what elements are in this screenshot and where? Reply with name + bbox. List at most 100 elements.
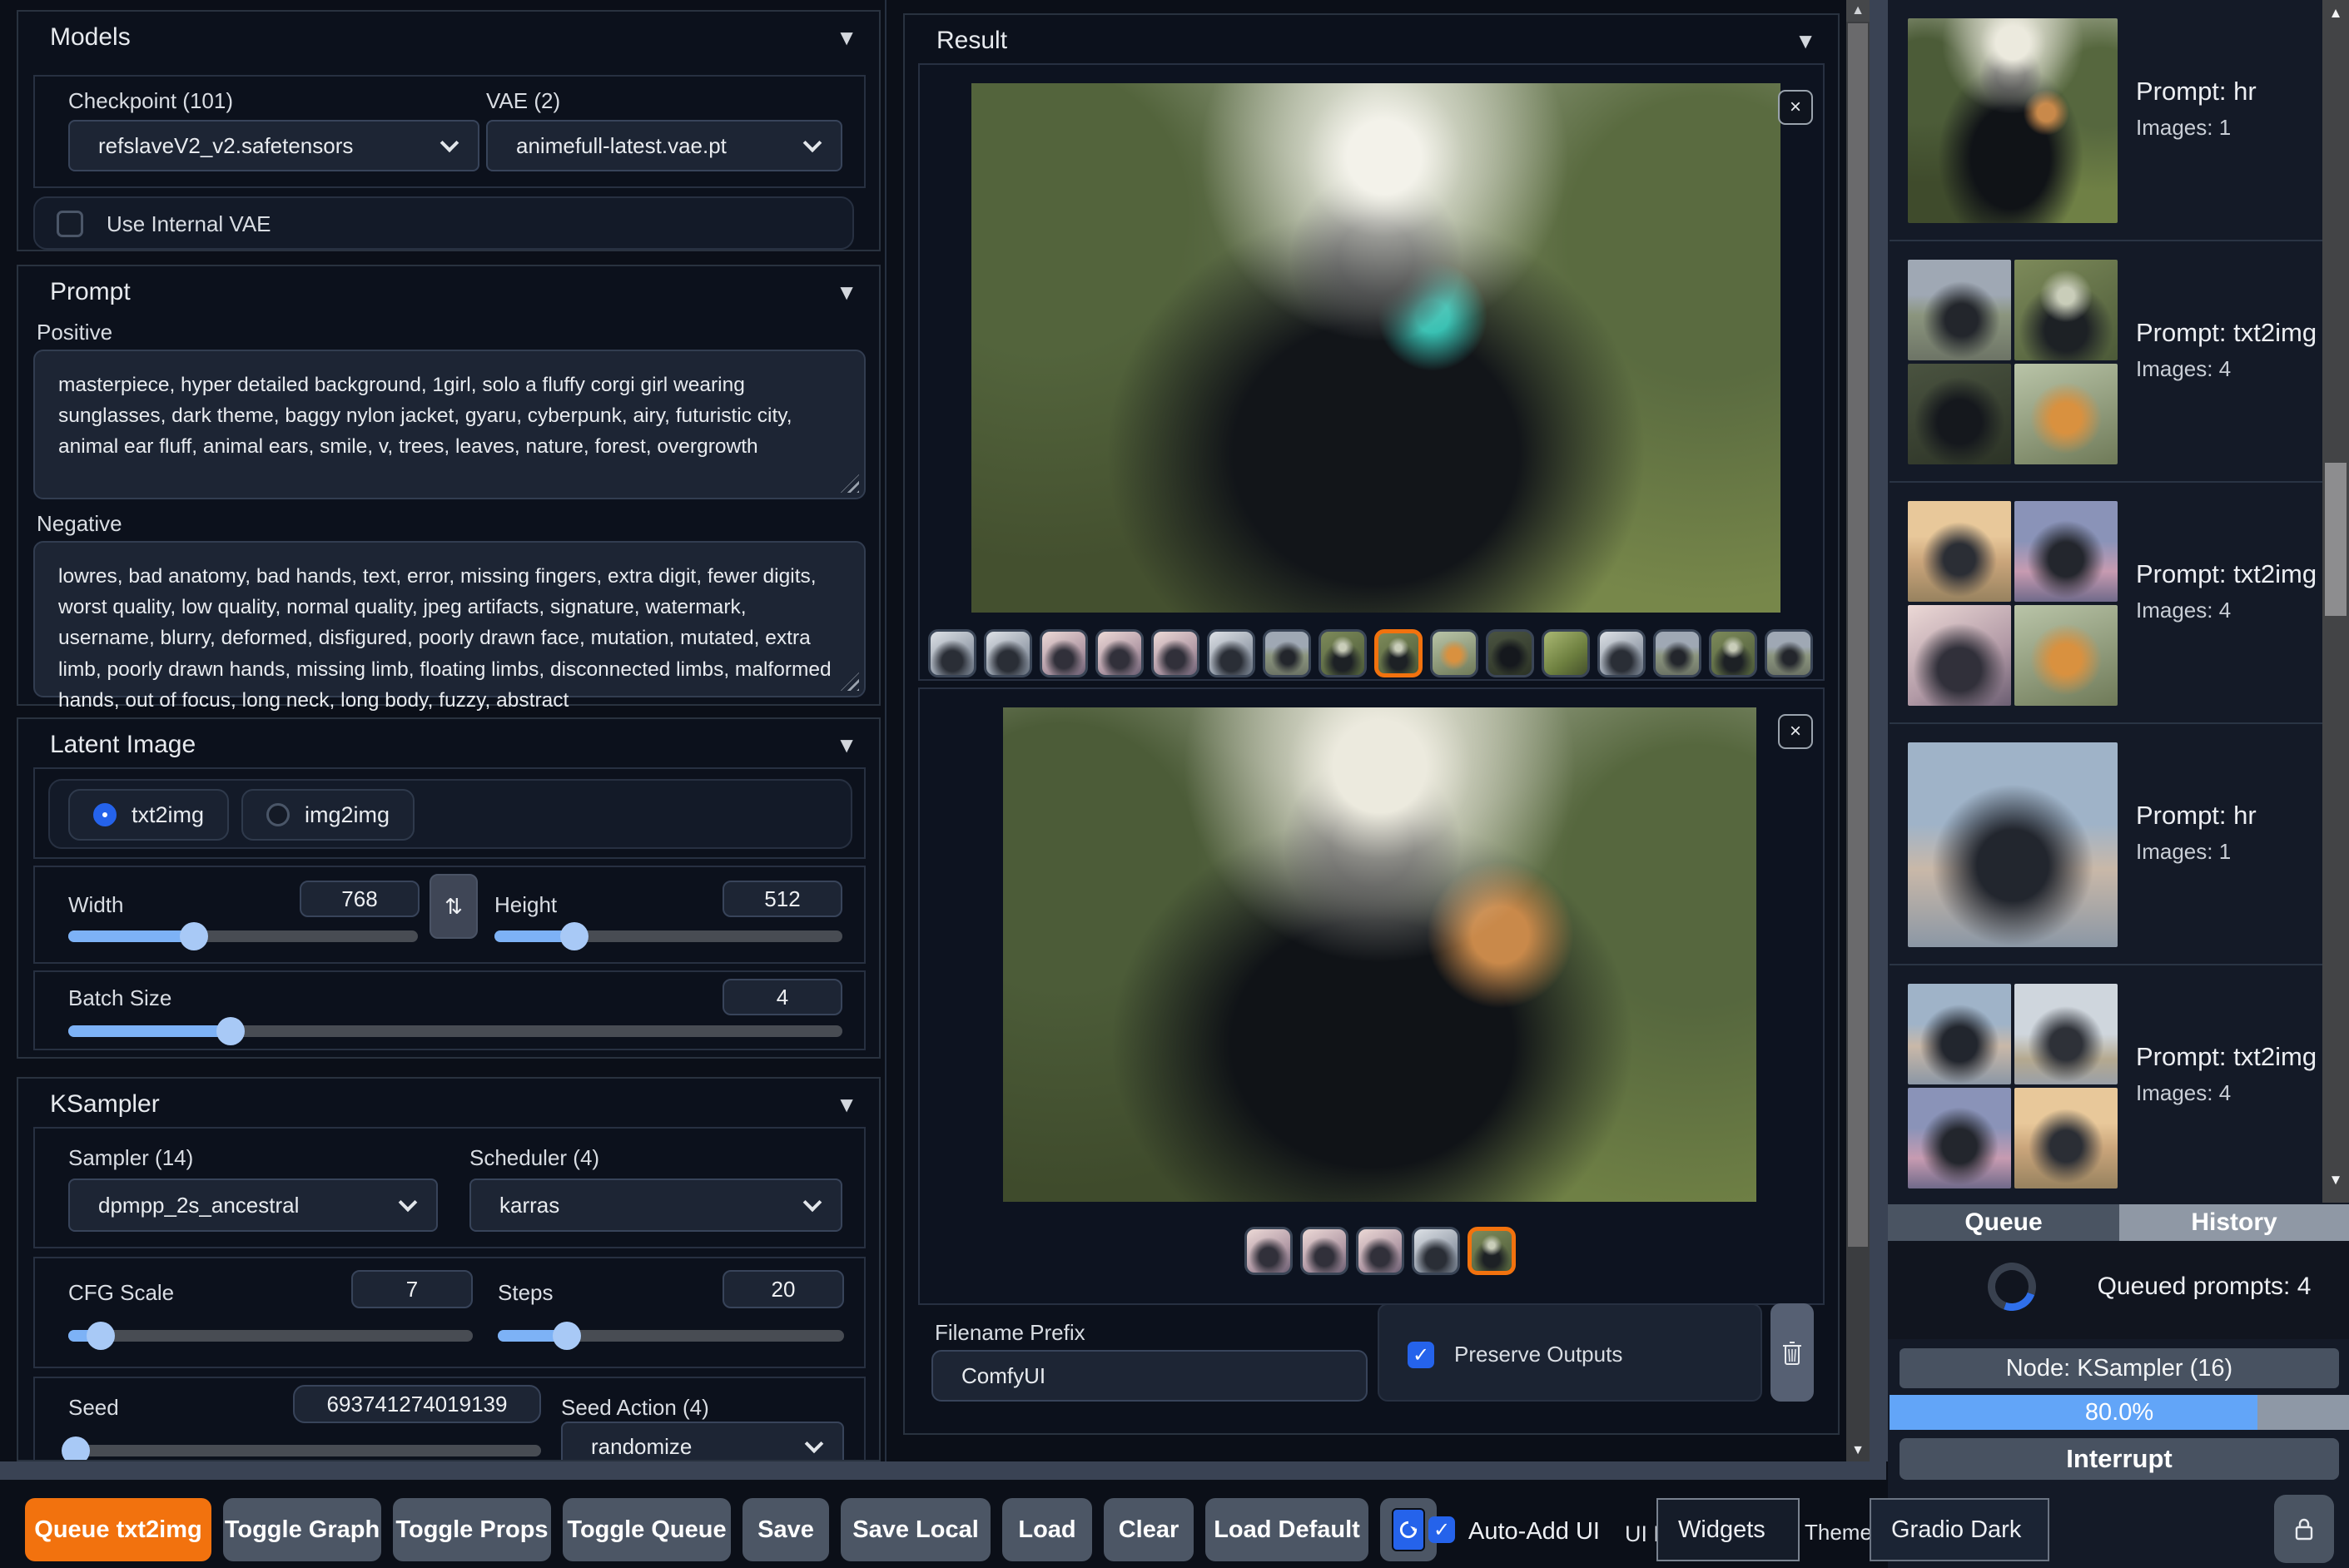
gallery-thumbnail[interactable] — [1709, 629, 1757, 677]
gallery-thumbnail[interactable] — [1486, 629, 1534, 677]
width-input[interactable]: 768 — [300, 881, 420, 917]
use-internal-vae-checkbox[interactable] — [57, 211, 83, 237]
gallery-thumbnail[interactable] — [1356, 1227, 1404, 1275]
save-button[interactable]: Save — [742, 1498, 829, 1561]
widgets-dropdown[interactable]: Widgets — [1656, 1498, 1800, 1561]
ksampler-collapse-icon[interactable]: ▼ — [836, 1092, 857, 1118]
gallery-thumbnail[interactable] — [1468, 1227, 1516, 1275]
history-item[interactable]: Prompt: txt2img Images: 4 — [1890, 965, 2319, 1205]
history-item[interactable]: Prompt: txt2img Images: 4 — [1890, 241, 2319, 481]
clear-button[interactable]: Clear — [1104, 1498, 1194, 1561]
swap-width-height-button[interactable]: ⇅ — [430, 874, 478, 939]
sampler-dropdown[interactable]: dpmpp_2s_ancestral — [68, 1178, 438, 1232]
scroll-up-icon[interactable]: ▲ — [2322, 5, 2349, 23]
history-scrollbar[interactable]: ▲ ▼ — [2322, 0, 2349, 1203]
gallery-thumbnail[interactable] — [1430, 629, 1478, 677]
history-thumbnail[interactable] — [2014, 605, 2118, 706]
auto-add-ui-checkbox[interactable]: ✓ — [1428, 1516, 1455, 1543]
negative-prompt-textarea[interactable]: lowres, bad anatomy, bad hands, text, er… — [33, 541, 866, 712]
history-thumbnail[interactable] — [2014, 364, 2118, 464]
seed-slider[interactable] — [61, 1437, 541, 1460]
save-local-button[interactable]: Save Local — [841, 1498, 991, 1561]
cfg-scale-slider[interactable] — [68, 1322, 473, 1350]
result-image-1[interactable] — [971, 83, 1780, 613]
toggle-queue-button[interactable]: Toggle Queue — [563, 1498, 731, 1561]
gallery-thumbnail[interactable] — [1412, 1227, 1460, 1275]
vertical-splitter[interactable] — [1870, 0, 1888, 1461]
gallery-thumbnail[interactable] — [984, 629, 1032, 677]
toggle-props-button[interactable]: Toggle Props — [393, 1498, 551, 1561]
history-thumbnail[interactable] — [2014, 260, 2118, 360]
gallery-thumbnail[interactable] — [1095, 629, 1144, 677]
history-thumbnail[interactable] — [1908, 742, 2118, 947]
history-item[interactable]: Prompt: txt2img Images: 4 — [1890, 483, 2319, 722]
radio-img2img[interactable]: img2img — [241, 789, 415, 841]
gallery-thumbnail[interactable] — [1263, 629, 1311, 677]
result-collapse-icon[interactable]: ▼ — [1795, 28, 1816, 54]
close-image-1-button[interactable]: × — [1778, 90, 1813, 125]
gallery-thumbnail[interactable] — [1597, 629, 1646, 677]
tab-queue[interactable]: Queue — [1888, 1204, 2119, 1241]
load-button[interactable]: Load — [1002, 1498, 1092, 1561]
batch-size-input[interactable]: 4 — [723, 979, 842, 1015]
checkpoint-dropdown[interactable]: refslaveV2_v2.safetensors — [68, 120, 479, 171]
gallery-thumbnail[interactable] — [1207, 629, 1255, 677]
steps-slider[interactable] — [498, 1322, 844, 1350]
history-item[interactable]: Prompt: hr Images: 1 — [1890, 724, 2319, 964]
history-thumbnail[interactable] — [1908, 18, 2118, 223]
gallery-thumbnail[interactable] — [1151, 629, 1199, 677]
history-thumbnail[interactable] — [2014, 501, 2118, 602]
history-item[interactable]: Prompt: hr Images: 1 — [1890, 0, 2319, 240]
prompt-collapse-icon[interactable]: ▼ — [836, 280, 857, 305]
seed-action-dropdown[interactable]: randomize — [561, 1422, 844, 1460]
models-collapse-icon[interactable]: ▼ — [836, 25, 857, 51]
history-thumbnail[interactable] — [1908, 364, 2011, 464]
scroll-down-icon[interactable]: ▼ — [2322, 1172, 2349, 1190]
width-slider[interactable] — [68, 922, 418, 950]
scroll-down-icon[interactable]: ▼ — [1846, 1440, 1870, 1461]
gallery-thumbnail[interactable] — [1040, 629, 1088, 677]
vae-dropdown[interactable]: animefull-latest.vae.pt — [486, 120, 842, 171]
tab-history[interactable]: History — [2119, 1204, 2349, 1241]
gallery-thumbnail[interactable] — [928, 629, 976, 677]
gallery-thumbnail[interactable] — [1319, 629, 1367, 677]
load-default-button[interactable]: Load Default — [1205, 1498, 1368, 1561]
history-thumbnail[interactable] — [2014, 984, 2118, 1084]
horizontal-splitter[interactable] — [0, 1461, 1886, 1480]
scroll-up-icon[interactable]: ▲ — [1846, 0, 1870, 22]
history-scrollbar-thumb[interactable] — [2325, 463, 2347, 616]
interrupt-button[interactable]: Interrupt — [1900, 1438, 2339, 1480]
height-input[interactable]: 512 — [723, 881, 842, 917]
latent-collapse-icon[interactable]: ▼ — [836, 732, 857, 758]
radio-txt2img[interactable]: txt2img — [68, 789, 230, 841]
filename-prefix-input[interactable]: ComfyUI — [931, 1350, 1368, 1402]
gallery-thumbnail[interactable] — [1374, 629, 1423, 677]
gallery-thumbnail[interactable] — [1765, 629, 1813, 677]
history-thumbnail[interactable] — [1908, 1088, 2011, 1188]
history-thumbnail[interactable] — [1908, 501, 2011, 602]
seed-input[interactable]: 693741274019139 — [293, 1385, 541, 1423]
scheduler-dropdown[interactable]: karras — [469, 1178, 842, 1232]
steps-input[interactable]: 20 — [723, 1270, 844, 1308]
history-thumbnail[interactable] — [1908, 984, 2011, 1084]
positive-prompt-textarea[interactable]: masterpiece, hyper detailed background, … — [33, 350, 866, 499]
gallery-thumbnail[interactable] — [1244, 1227, 1293, 1275]
history-thumbnail[interactable] — [1908, 260, 2011, 360]
lock-button[interactable] — [2274, 1495, 2334, 1563]
gallery-thumbnail[interactable] — [1653, 629, 1701, 677]
batch-size-slider[interactable] — [68, 1017, 842, 1045]
toggle-graph-button[interactable]: Toggle Graph — [223, 1498, 381, 1561]
center-scrollbar[interactable]: ▲ ▼ — [1846, 0, 1870, 1461]
history-thumbnail[interactable] — [2014, 1088, 2118, 1188]
queue-txt2img-button[interactable]: Queue txt2img — [25, 1498, 211, 1561]
gallery-thumbnail[interactable] — [1300, 1227, 1348, 1275]
history-thumbnail[interactable] — [1908, 605, 2011, 706]
theme-dropdown[interactable]: Gradio Dark — [1870, 1498, 2049, 1561]
center-scrollbar-thumb[interactable] — [1848, 23, 1868, 1247]
height-slider[interactable] — [494, 922, 842, 950]
close-image-2-button[interactable]: × — [1778, 714, 1813, 749]
result-image-2[interactable] — [1003, 707, 1756, 1202]
preserve-outputs-checkbox[interactable]: ✓ — [1408, 1342, 1434, 1368]
gallery-thumbnail[interactable] — [1542, 629, 1590, 677]
clear-outputs-button[interactable] — [1770, 1303, 1814, 1402]
